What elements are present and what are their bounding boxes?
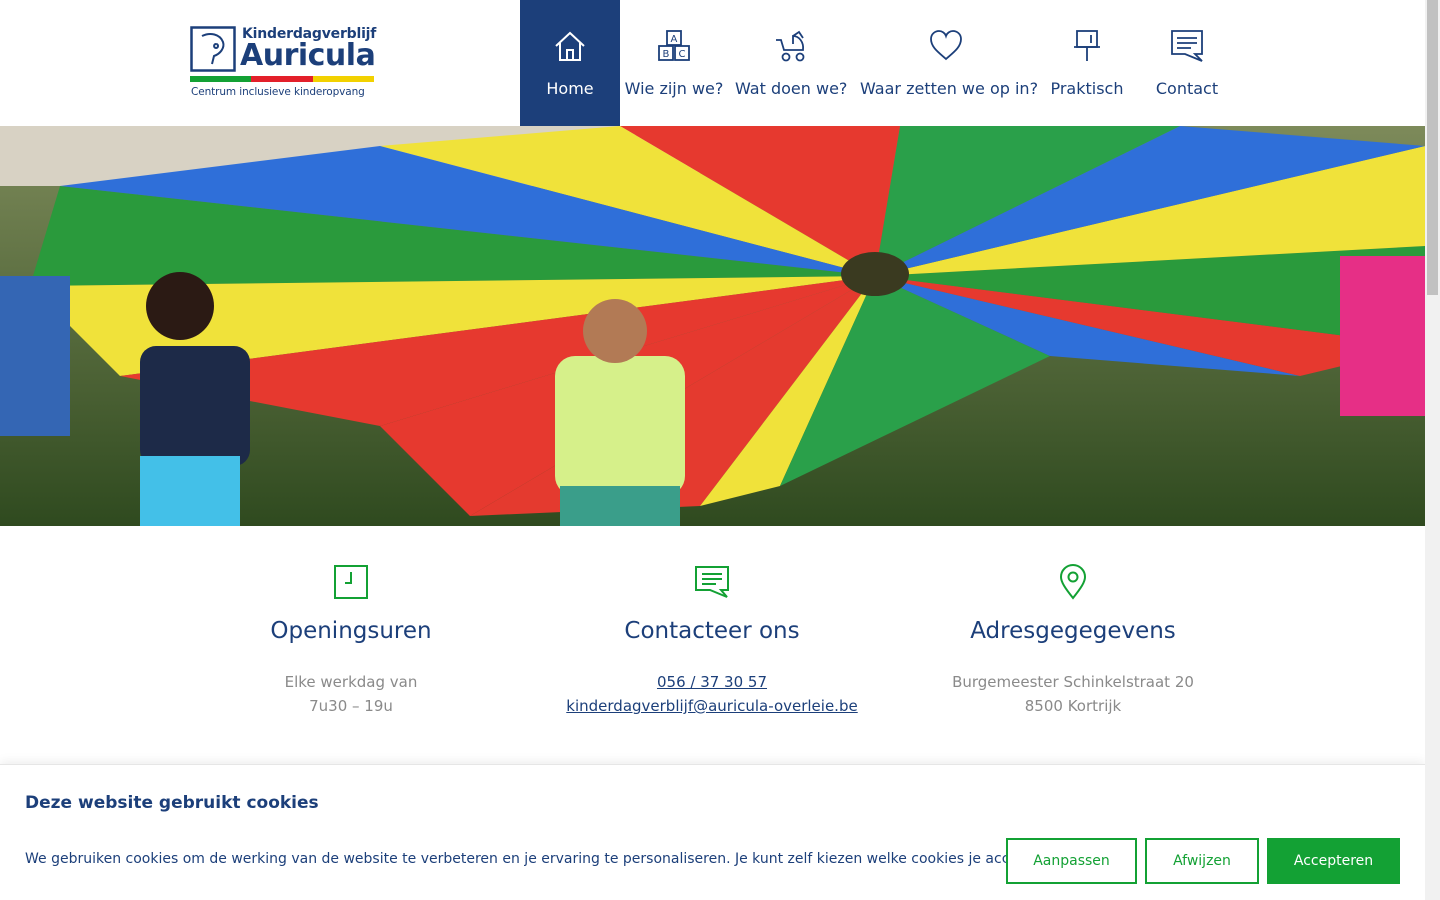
cookie-reject-button[interactable]: Afwijzen: [1145, 838, 1259, 884]
hero-image: [0, 126, 1425, 526]
svg-text:A: A: [671, 34, 678, 45]
nav-item-wie-zijn-we[interactable]: A B C Wie zijn we?: [624, 0, 724, 126]
svg-text:C: C: [679, 49, 686, 60]
nav-item-home[interactable]: Home: [520, 0, 620, 126]
svg-text:B: B: [663, 49, 670, 60]
site-header: Kinderdagverblijf Auricula Centrum inclu…: [0, 0, 1425, 126]
opening-hours-line2: 7u30 – 19u: [309, 697, 393, 715]
address-line2: 8500 Kortrijk: [1024, 697, 1122, 715]
opening-hours-line1: Elke werkdag van: [284, 673, 418, 691]
cookie-customize-button[interactable]: Aanpassen: [1006, 838, 1137, 884]
address-text: Burgemeester Schinkelstraat 20 8500 Kort…: [893, 670, 1253, 718]
info-section: Openingsuren Elke werkdag van 7u30 – 19u…: [0, 526, 1425, 766]
nav-label-wat-doen-we: Wat doen we?: [735, 79, 848, 98]
email-link[interactable]: kinderdagverblijf@auricula-overleie.be: [532, 694, 892, 718]
chat-icon: [695, 566, 729, 598]
logo-mark-icon: [190, 26, 236, 72]
hero-photo: [0, 126, 1425, 526]
contact-title: Contacteer ons: [624, 618, 800, 644]
opening-hours-title: Openingsuren: [270, 618, 432, 644]
logo-line2: Auricula: [240, 38, 376, 73]
nav-label-waar-zetten-we-op-in: Waar zetten we op in?: [860, 79, 1039, 98]
site-logo[interactable]: Kinderdagverblijf Auricula Centrum inclu…: [190, 26, 376, 100]
scrollbar-thumb[interactable]: [1427, 0, 1438, 295]
nav-item-praktisch[interactable]: Praktisch: [1046, 0, 1128, 126]
cookie-accept-button[interactable]: Accepteren: [1267, 838, 1400, 884]
page: Kinderdagverblijf Auricula Centrum inclu…: [0, 0, 1425, 900]
stroller-icon: [776, 30, 805, 62]
abc-blocks-icon: A B C: [658, 30, 690, 61]
cookie-text: We gebruiken cookies om de werking van d…: [25, 851, 1066, 867]
nav-item-wat-doen-we[interactable]: Wat doen we?: [735, 0, 847, 126]
cookie-title: Deze website gebruikt cookies: [25, 793, 319, 813]
nav-label-contact: Contact: [1155, 79, 1219, 98]
nav-item-contact[interactable]: Contact: [1148, 0, 1226, 126]
clock-icon: [334, 565, 368, 599]
nav-label-home: Home: [546, 79, 594, 98]
opening-hours-text: Elke werkdag van 7u30 – 19u: [171, 670, 531, 718]
nav-item-waar-zetten-we-op-in[interactable]: Waar zetten we op in?: [860, 0, 1039, 126]
logo-tagline: Centrum inclusieve kinderopvang: [191, 86, 365, 98]
address-title: Adresgegegevens: [970, 618, 1176, 644]
chat-icon: [1171, 30, 1203, 62]
location-pin-icon: [1059, 564, 1087, 600]
phone-link[interactable]: 056 / 37 30 57: [532, 670, 892, 694]
contact-text: 056 / 37 30 57 kinderdagverblijf@auricul…: [532, 670, 892, 718]
pushpin-icon: [1074, 30, 1100, 61]
logo-color-bar: [190, 76, 374, 82]
address-line1: Burgemeester Schinkelstraat 20: [952, 673, 1194, 691]
cookie-banner: Deze website gebruikt cookies We gebruik…: [0, 764, 1425, 900]
page-scrollbar[interactable]: [1425, 0, 1440, 900]
nav-label-praktisch: Praktisch: [1050, 79, 1124, 98]
heart-icon: [929, 30, 962, 61]
nav-label-wie-zijn-we: Wie zijn we?: [624, 79, 724, 98]
home-icon: [555, 31, 585, 61]
